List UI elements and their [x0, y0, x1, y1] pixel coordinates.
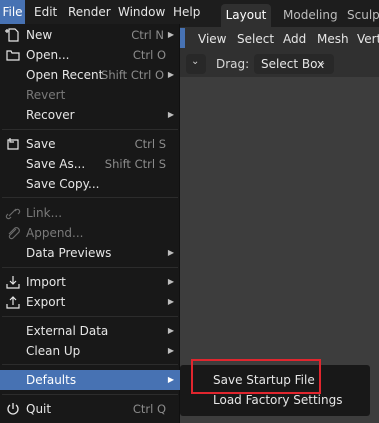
menu-item-link: Link...: [0, 203, 180, 223]
menu-item-label: Export: [26, 295, 66, 309]
submenu-arrow-icon: ▶: [167, 70, 174, 79]
menu-item-label: Import: [26, 275, 66, 289]
menu-help[interactable]: Help: [173, 0, 200, 24]
menu-item-label: Quit: [26, 402, 52, 416]
menu-item-append: Append...: [0, 223, 180, 243]
append-icon: [5, 225, 21, 241]
chevron-down-icon: ⌄: [318, 57, 327, 68]
menu-item-open[interactable]: Open... Ctrl O: [0, 45, 180, 65]
menu-separator: [2, 197, 178, 198]
shortcut: Ctrl S: [134, 137, 166, 151]
import-icon: [5, 274, 21, 290]
drag-label: Drag:: [216, 57, 250, 71]
shortcut: Shift Ctrl O: [101, 68, 164, 82]
chevron-down-icon: ⌄: [191, 56, 200, 67]
menu-render[interactable]: Render: [68, 0, 111, 24]
menu-separator: [2, 267, 178, 268]
save-icon: [5, 136, 21, 152]
menu-item-import[interactable]: Import ▶: [0, 272, 180, 292]
shortcut: Ctrl N: [131, 28, 164, 42]
menu-item-label: Revert: [26, 88, 66, 102]
workspace-tab-modeling[interactable]: Modeling: [283, 4, 338, 27]
submenu-arrow-icon: ▶: [167, 30, 174, 39]
submenu-arrow-icon: ▶: [167, 346, 174, 355]
shortcut: Ctrl Q: [132, 402, 166, 416]
menu-window[interactable]: Window: [118, 0, 165, 24]
menu-item-clean-up[interactable]: Clean Up ▶: [0, 341, 180, 361]
menu-item-label: Defaults: [26, 373, 77, 387]
menu-item-label: New: [26, 28, 53, 42]
menu-item-label: Save As...: [26, 157, 86, 171]
menu-file[interactable]: File: [0, 0, 25, 24]
menu-item-open-recent[interactable]: Open Recent Shift Ctrl O ▶: [0, 65, 180, 85]
workspace-tab-sculpt[interactable]: Sculpt: [347, 4, 379, 27]
menu-separator: [2, 394, 178, 395]
menu-item-label: Open...: [26, 48, 70, 62]
annotation-highlight-box: [191, 359, 321, 394]
quit-icon: [5, 401, 21, 417]
menu-separator: [2, 364, 178, 365]
menu-item-label: Open Recent: [26, 68, 104, 82]
submenu-arrow-icon: ▶: [167, 277, 174, 286]
menu-item-save-copy[interactable]: Save Copy...: [0, 174, 180, 194]
menu-separator: [2, 316, 178, 317]
viewport-menu-mesh[interactable]: Mesh: [317, 31, 349, 47]
new-file-icon: [5, 27, 21, 43]
menu-item-label: Link...: [26, 206, 63, 220]
menu-item-recover[interactable]: Recover ▶: [0, 105, 180, 125]
shortcut: Ctrl O: [132, 48, 166, 62]
submenu-arrow-icon: ▶: [167, 110, 174, 119]
menu-item-label: Save: [26, 137, 56, 151]
submenu-arrow-icon: ▶: [167, 297, 174, 306]
menu-item-label: Recover: [26, 108, 75, 122]
menu-item-label: Append...: [26, 226, 84, 240]
file-menu: New Ctrl N ▶ Open... Ctrl O Open Recent …: [0, 24, 180, 423]
menu-edit[interactable]: Edit: [34, 0, 57, 24]
open-folder-icon: [5, 47, 21, 63]
menu-item-label: Data Previews: [26, 246, 112, 260]
submenu-arrow-icon: ▶: [167, 248, 174, 257]
viewport-menu-vertex[interactable]: Vert: [357, 31, 379, 47]
menu-item-defaults[interactable]: Defaults ▶: [0, 370, 180, 390]
viewport-menu-add[interactable]: Add: [283, 31, 306, 47]
menu-item-save-as[interactable]: Save As... Shift Ctrl S: [0, 154, 180, 174]
menu-item-new[interactable]: New Ctrl N ▶: [0, 25, 180, 45]
viewport-menu-view[interactable]: View: [198, 31, 226, 47]
link-icon: [5, 205, 21, 221]
menu-item-label: External Data: [26, 324, 109, 338]
menu-item-quit[interactable]: Quit Ctrl Q: [0, 399, 180, 419]
menu-item-export[interactable]: Export ▶: [0, 292, 180, 312]
viewport-menu-select[interactable]: Select: [237, 31, 274, 47]
menu-item-external-data[interactable]: External Data ▶: [0, 321, 180, 341]
menu-item-label: Clean Up: [26, 344, 81, 358]
editor-type-button-edge[interactable]: [180, 28, 185, 48]
submenu-arrow-icon: ▶: [167, 375, 174, 384]
menu-item-revert: Revert: [0, 85, 180, 105]
shortcut: Shift Ctrl S: [104, 157, 166, 171]
submenu-arrow-icon: ▶: [167, 326, 174, 335]
workspace-tab-layout[interactable]: Layout: [221, 4, 271, 27]
menu-item-load-factory-settings[interactable]: Load Factory Settings: [213, 392, 342, 408]
menu-item-save[interactable]: Save Ctrl S: [0, 134, 180, 154]
menu-separator: [2, 129, 178, 130]
menu-item-label: Save Copy...: [26, 177, 100, 191]
export-icon: [5, 294, 21, 310]
menu-item-data-previews[interactable]: Data Previews ▶: [0, 243, 180, 263]
